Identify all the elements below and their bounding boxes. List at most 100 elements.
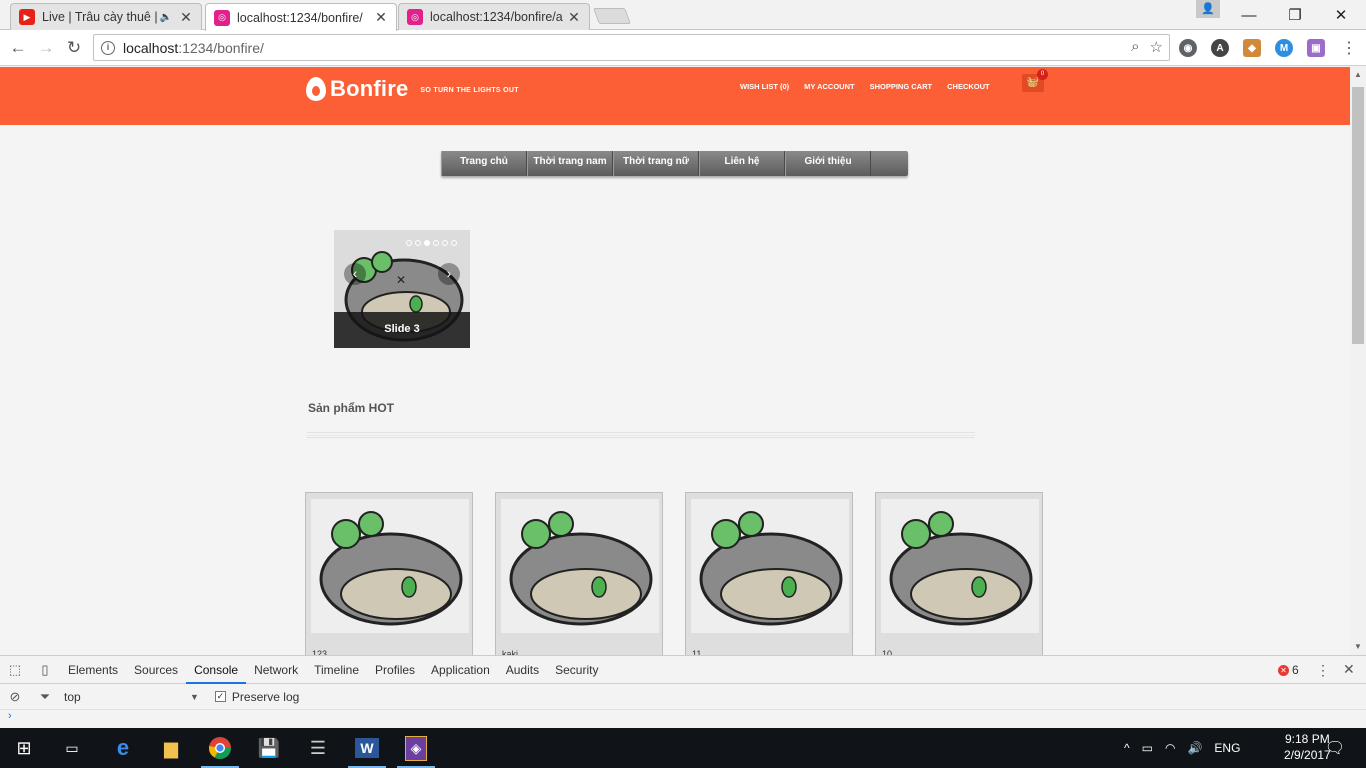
product-card[interactable]: 10 [875, 492, 1043, 655]
product-card[interactable]: 123 [305, 492, 473, 655]
action-center-icon[interactable]: 🗨 [1320, 733, 1350, 763]
section-divider [307, 432, 975, 438]
tab-security[interactable]: Security [547, 656, 606, 684]
slider-prev-icon[interactable]: ‹ [344, 263, 366, 285]
close-tab-icon[interactable]: ✕ [567, 9, 581, 26]
volume-icon[interactable]: 🔊 [1187, 741, 1202, 755]
task-view-icon[interactable]: ▭ [57, 733, 87, 763]
zoom-icon[interactable]: ⌕ [1131, 38, 1139, 56]
chrome-icon[interactable] [205, 733, 235, 763]
close-devtools-icon[interactable]: ✕ [1343, 661, 1355, 678]
tab-elements[interactable]: Elements [60, 656, 126, 684]
file-explorer-icon[interactable]: ▆ [156, 733, 186, 763]
server-app-icon[interactable]: ☰ [303, 733, 333, 763]
devtools-menu-icon[interactable]: ⋮ [1316, 662, 1330, 679]
back-button[interactable]: ← [5, 35, 31, 61]
language-indicator[interactable]: ENG [1214, 741, 1240, 755]
error-icon: ✕ [1278, 664, 1289, 676]
extension-icon[interactable]: M [1275, 39, 1293, 57]
chrome-menu-icon[interactable]: ⋮ [1336, 35, 1362, 61]
device-toolbar-icon[interactable]: ▯ [30, 662, 60, 678]
my-account-link[interactable]: MY ACCOUNT [804, 82, 854, 91]
slider-dot[interactable] [433, 240, 439, 246]
slider-dot[interactable] [451, 240, 457, 246]
page-scrollbar[interactable]: ▲ ▼ [1350, 67, 1366, 655]
product-image[interactable] [691, 499, 849, 633]
checkout-link[interactable]: CHECKOUT [947, 82, 990, 91]
close-window-button[interactable]: ✕ [1318, 0, 1364, 30]
audio-playing-icon[interactable]: 🔈 [160, 12, 172, 23]
restore-button[interactable]: ❐ [1272, 0, 1318, 30]
filter-icon[interactable]: ⏷ [30, 689, 60, 705]
extension-icon[interactable]: A [1211, 39, 1229, 57]
reload-button[interactable]: ↻ [61, 35, 87, 61]
scroll-down-icon[interactable]: ▼ [1354, 642, 1362, 651]
site-icon: ◎ [407, 9, 423, 25]
info-icon[interactable]: i [101, 40, 115, 55]
slider-dot[interactable] [442, 240, 448, 246]
show-hidden-icons[interactable]: ^ [1124, 741, 1130, 755]
tab-timeline[interactable]: Timeline [306, 656, 367, 684]
youtube-icon: ▶ [19, 9, 35, 25]
extension-icon[interactable]: ▣ [1307, 39, 1325, 57]
slider-dot[interactable] [415, 240, 421, 246]
product-card[interactable]: kaki [495, 492, 663, 655]
flame-icon [306, 77, 326, 101]
image-slider: ✕ ‹ › Slide 3 [334, 230, 470, 348]
nav-item-women[interactable]: Thời trang nữ [613, 151, 699, 176]
error-count: 6 [1292, 663, 1299, 677]
chevron-down-icon[interactable]: ▼ [190, 692, 199, 702]
slider-dot[interactable] [406, 240, 412, 246]
clear-console-icon[interactable]: ⊘ [0, 689, 30, 705]
product-card[interactable]: 11 [685, 492, 853, 655]
word-icon[interactable]: W [352, 733, 382, 763]
extension-icon[interactable]: ◆ [1243, 39, 1261, 57]
tab-youtube-live[interactable]: ▶ Live | Trâu cày thuê | f 🔈 ✕ [10, 3, 202, 30]
tab-bonfire-home[interactable]: ◎ localhost:1234/bonfire/ ✕ [205, 3, 397, 31]
profile-icon[interactable]: 👤 [1196, 0, 1220, 18]
context-select[interactable]: top [60, 690, 190, 704]
tab-bonfire-other[interactable]: ◎ localhost:1234/bonfire/a ✕ [398, 3, 590, 30]
nav-item-about[interactable]: Giới thiệu [785, 151, 871, 176]
slider-next-icon[interactable]: › [438, 263, 460, 285]
forward-button[interactable]: → [33, 35, 59, 61]
shopping-cart-link[interactable]: SHOPPING CART [870, 82, 933, 91]
error-count-badge[interactable]: ✕ 6 [1278, 663, 1299, 677]
nav-item-contact[interactable]: Liên hệ [699, 151, 785, 176]
tab-console[interactable]: Console [186, 656, 247, 684]
edge-icon[interactable]: e [108, 733, 138, 763]
cart-button[interactable]: 🧺 0 [1022, 69, 1048, 92]
network-icon[interactable]: ▭ [1142, 741, 1153, 755]
scroll-up-icon[interactable]: ▲ [1354, 70, 1362, 79]
nav-item-men[interactable]: Thời trang nam [527, 151, 613, 176]
site-logo[interactable]: Bonfire SO TURN THE LIGHTS OUT [306, 76, 519, 102]
save-app-icon[interactable]: 💾 [254, 733, 284, 763]
address-bar[interactable]: i localhost :1234/bonfire/ ⌕ ☆ [93, 34, 1170, 61]
inspect-element-icon[interactable]: ⬚ [0, 662, 30, 678]
tab-profiles[interactable]: Profiles [367, 656, 423, 684]
tab-audits[interactable]: Audits [498, 656, 547, 684]
wish-list-link[interactable]: WISH LIST (0) [740, 82, 789, 91]
tab-application[interactable]: Application [423, 656, 498, 684]
product-image[interactable] [501, 499, 659, 633]
preserve-log-checkbox[interactable]: ✓ [214, 691, 226, 702]
wifi-icon[interactable]: ◠ [1165, 741, 1175, 755]
game-app-icon[interactable]: ◈ [401, 733, 431, 763]
close-tab-icon[interactable]: ✕ [179, 9, 193, 26]
site-icon: ◎ [214, 9, 230, 26]
bookmark-star-icon[interactable]: ☆ [1150, 38, 1163, 56]
extension-icon[interactable]: ◉ [1179, 39, 1197, 57]
product-image[interactable] [881, 499, 1039, 633]
nav-item-home[interactable]: Trang chủ [441, 151, 527, 176]
tab-sources[interactable]: Sources [126, 656, 186, 684]
console-prompt[interactable]: › [8, 710, 12, 722]
scrollbar-thumb[interactable] [1352, 87, 1364, 344]
minimize-button[interactable]: — [1226, 0, 1272, 30]
new-tab-button[interactable] [593, 8, 631, 24]
slider-dot-active[interactable] [424, 240, 430, 246]
tab-network[interactable]: Network [246, 656, 306, 684]
product-image[interactable] [311, 499, 469, 633]
hot-products-title: Sản phẩm HOT [308, 401, 395, 415]
close-tab-icon[interactable]: ✕ [374, 9, 388, 26]
windows-start-icon[interactable]: ⊞ [9, 733, 39, 763]
